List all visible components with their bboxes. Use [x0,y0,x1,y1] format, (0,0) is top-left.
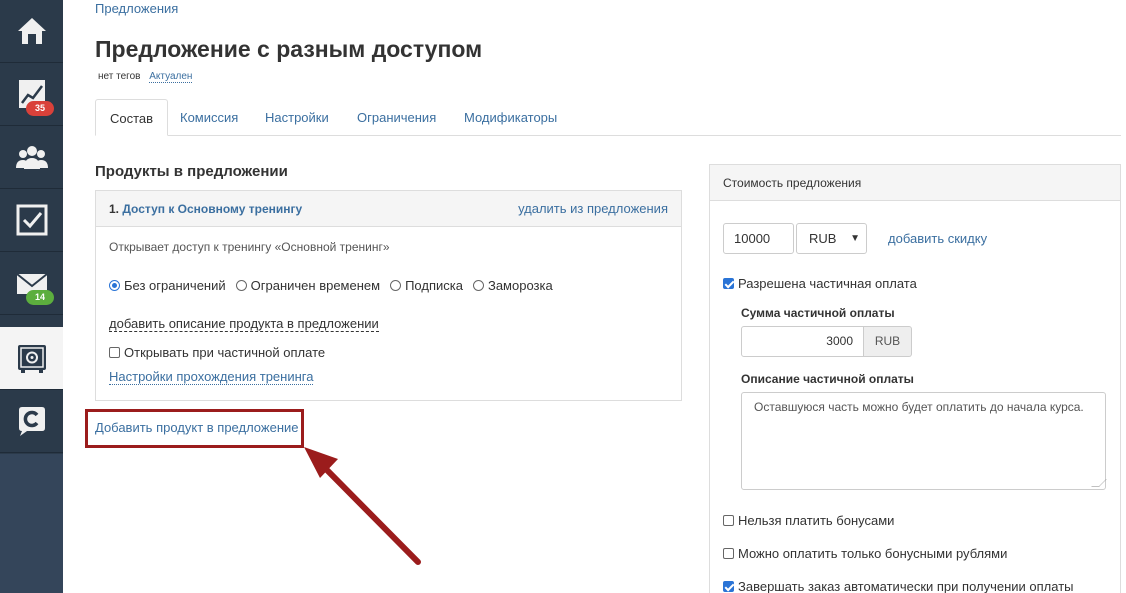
breadcrumb[interactable]: Предложения [95,1,178,16]
checkbox-label: Завершать заказ автоматически при получе… [738,579,1074,593]
sidebar-item-home[interactable] [0,0,63,63]
brand-c-icon [18,407,45,436]
radio-dot[interactable] [472,280,484,291]
users-icon [15,146,48,169]
home-icon [17,18,46,44]
checkbox-box[interactable] [723,515,734,526]
arrow-head [304,447,338,478]
radio-unlimited[interactable]: Без ограничений [109,278,226,293]
product-name-link[interactable]: Доступ к Основному тренингу [122,202,302,216]
sidebar-item-brand[interactable] [0,390,63,453]
sidebar-footer [0,454,63,593]
page-title: Предложение с разным доступом [95,36,483,62]
partial-sum-input[interactable]: 3000 [741,326,864,357]
tab-composition[interactable]: Состав [95,99,169,136]
radio-label: Подписка [405,278,463,293]
radio-time-limited[interactable]: Ограничен временем [235,278,381,293]
checkbox-label: Разрешена частичная оплата [738,276,917,291]
checkbox-box[interactable] [723,581,734,592]
tab-settings[interactable]: Настройки [251,99,343,136]
radio-label: Заморозка [487,278,553,293]
safe-icon [17,345,46,373]
sidebar: 35 14 [0,0,63,593]
price-panel-title: Стоимость предложения [710,165,1120,201]
radio-dot[interactable] [390,280,402,291]
price-panel: Стоимость предложения 10000 RUB ▼ добави… [709,164,1121,593]
currency-select[interactable]: RUB ▼ [796,223,867,254]
checkbox-box[interactable] [109,347,120,358]
checkbox-label: Открывать при частичной оплате [124,345,326,360]
arrow-shaft [316,459,421,565]
open-on-partial-checkbox[interactable]: Открывать при частичной оплате [109,345,325,360]
checkbox-box[interactable] [723,548,734,559]
sidebar-item-tasks[interactable] [0,189,63,252]
status-link[interactable]: Актуален [149,71,193,83]
stats-badge: 35 [26,101,54,116]
radio-dot[interactable] [109,280,120,291]
tags-label: нет тегов [98,71,141,82]
checkbox-box[interactable] [723,278,734,289]
checkbox-label: Можно оплатить только бонусными рублями [738,546,1008,561]
radio-label: Ограничен временем [250,278,381,293]
tasks-icon [16,204,47,236]
sidebar-item-stats[interactable]: 35 [0,63,63,126]
add-discount-link[interactable]: добавить скидку [888,231,987,246]
tab-restrictions[interactable]: Ограничения [343,99,450,136]
bonus-only-checkbox[interactable]: Можно оплатить только бонусными рублями [723,546,1007,561]
chevron-down-icon: ▼ [850,233,860,244]
main-content: Предложения Предложение с разным доступо… [63,0,1126,593]
checkbox-label: Нельзя платить бонусами [738,513,895,528]
product-card: 1. Доступ к Основному тренингу удалить и… [95,190,682,401]
remove-product-link[interactable]: удалить из предложения [518,201,668,216]
no-bonus-checkbox[interactable]: Нельзя платить бонусами [723,513,894,528]
radio-dot[interactable] [235,280,247,291]
price-input[interactable]: 10000 [723,223,794,254]
sidebar-item-users[interactable] [0,126,63,189]
access-type-options: Без ограничений Ограничен временем Подпи… [109,278,553,293]
partial-allowed-checkbox[interactable]: Разрешена частичная оплата [723,276,917,291]
partial-desc-label: Описание частичной оплаты [741,372,914,386]
add-description-link[interactable]: добавить описание продукта в предложении [109,316,379,332]
add-product-link[interactable]: Добавить продукт в предложение [95,420,299,435]
product-number: 1. [109,201,120,216]
tags-row: нет тегов Актуален [98,71,193,83]
products-section-title: Продукты в предложении [95,163,288,180]
tab-commission[interactable]: Комиссия [166,99,252,136]
partial-desc-textarea[interactable]: Оставшуюся часть можно будет оплатить до… [741,392,1107,490]
training-settings-link[interactable]: Настройки прохождения тренинга [109,369,314,385]
partial-sum-currency: RUB [864,326,912,357]
partial-desc-value: Оставшуюся часть можно будет оплатить до… [754,400,1084,414]
product-card-header: 1. Доступ к Основному тренингу удалить и… [96,191,681,227]
sidebar-item-sales[interactable] [0,327,63,390]
mail-badge: 14 [26,290,54,305]
sidebar-item-mail[interactable]: 14 [0,252,63,315]
auto-complete-checkbox[interactable]: Завершать заказ автоматически при получе… [723,579,1074,593]
radio-subscription[interactable]: Подписка [390,278,463,293]
partial-sum-label: Сумма частичной оплаты [741,306,895,320]
resize-handle[interactable] [1091,479,1107,487]
currency-value: RUB [809,231,837,246]
radio-freeze[interactable]: Заморозка [472,278,553,293]
radio-label: Без ограничений [124,278,226,293]
tabs: Состав Комиссия Настройки Ограничения Мо… [95,99,1121,136]
product-description: Открывает доступ к тренингу «Основной тр… [109,240,390,254]
tab-modifiers[interactable]: Модификаторы [450,99,571,136]
